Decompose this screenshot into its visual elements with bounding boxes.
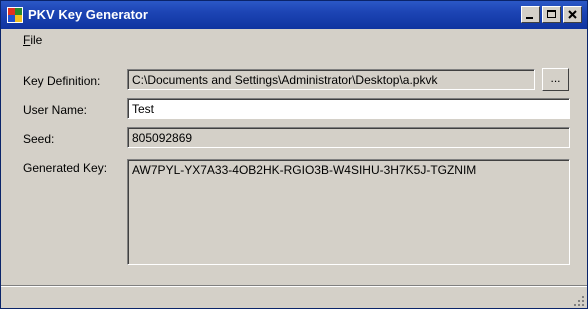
user-name-input[interactable]: Test	[127, 98, 570, 119]
window-title: PKV Key Generator	[28, 7, 148, 22]
maximize-icon	[547, 10, 556, 18]
title-bar[interactable]: PKV Key Generator	[1, 1, 587, 29]
key-definition-label: Key Definition:	[23, 74, 101, 88]
app-icon[interactable]	[7, 7, 23, 23]
maximize-button[interactable]	[542, 6, 561, 23]
close-icon	[568, 10, 577, 19]
seed-label: Seed:	[23, 132, 55, 146]
user-name-label: User Name:	[23, 103, 88, 117]
close-button[interactable]	[563, 6, 582, 23]
browse-button[interactable]: ...	[542, 68, 569, 91]
minimize-icon	[526, 17, 533, 19]
menu-file-label: ile	[30, 33, 43, 47]
key-definition-field[interactable]: C:\Documents and Settings\Administrator\…	[127, 69, 535, 90]
status-bar	[1, 285, 587, 309]
resize-grip-icon[interactable]	[573, 295, 585, 307]
seed-field[interactable]: 805092869	[127, 127, 570, 148]
main-window: PKV Key Generator File Key Definition: C…	[0, 0, 588, 309]
generated-key-field[interactable]: AW7PYL-YX7A33-4OB2HK-RGIO3B-W4SIHU-3H7K5…	[127, 159, 570, 265]
minimize-button[interactable]	[521, 6, 540, 23]
menu-bar: File	[1, 29, 587, 51]
menu-file[interactable]: File	[23, 33, 42, 47]
generated-key-label: Generated Key:	[23, 161, 108, 175]
